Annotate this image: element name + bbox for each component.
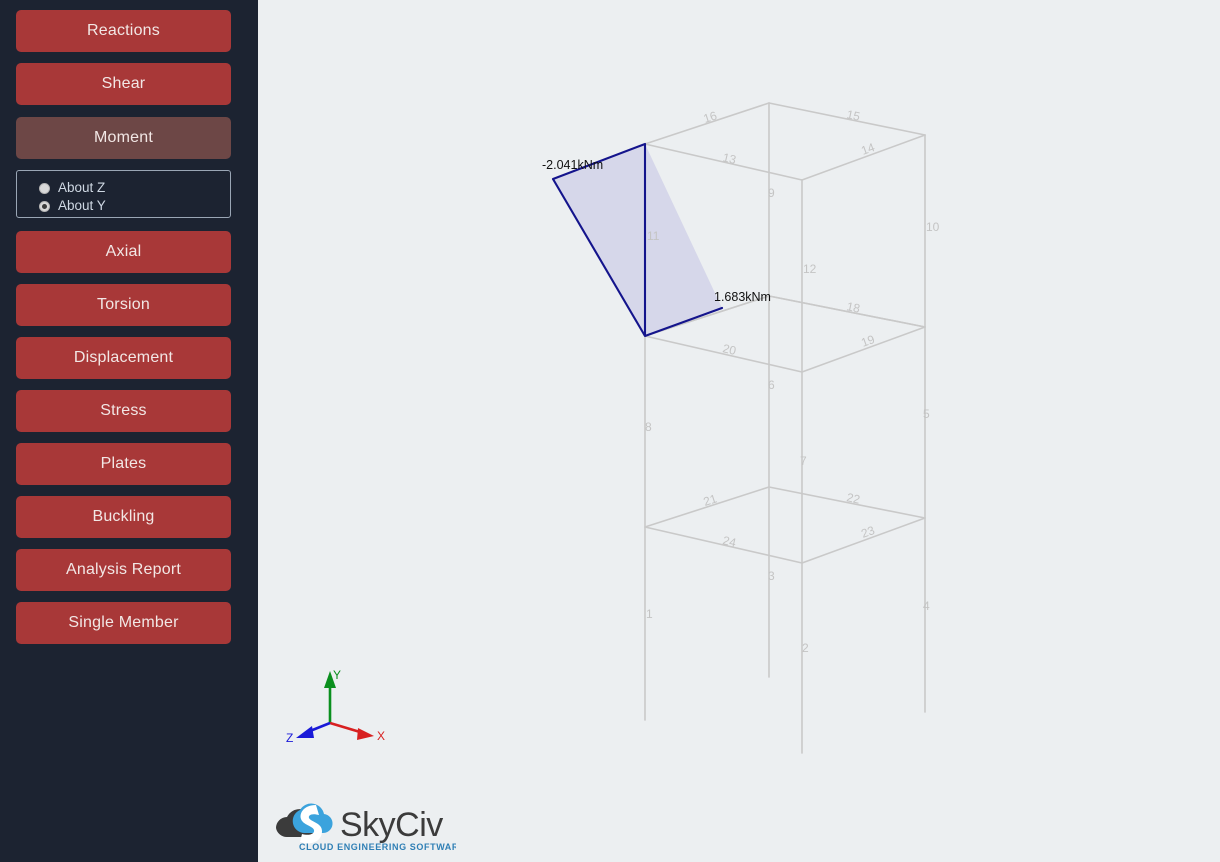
sidebar-button-analysis-report[interactable]: Analysis Report (16, 549, 231, 591)
axis-x-arrow (357, 728, 374, 740)
axis-triad: Y X Z (286, 668, 385, 745)
member-label-10: 10 (926, 220, 940, 234)
sidebar-button-axial[interactable]: Axial (16, 231, 231, 273)
radio-about-y-indicator[interactable] (39, 200, 50, 212)
member-label-11: 11 (647, 229, 660, 243)
sidebar-button-reactions[interactable]: Reactions (16, 10, 231, 52)
member-label-19: 19 (859, 332, 877, 350)
member-label-14: 14 (859, 140, 877, 158)
moment-axis-radio-group: About Z About Y (16, 170, 231, 218)
member-label-6: 6 (768, 378, 775, 392)
skyciv-logo-svg: SkyCiv CLOUD ENGINEERING SOFTWARE (276, 803, 456, 852)
radio-about-y[interactable]: About Y (39, 196, 106, 216)
sidebar-button-shear[interactable]: Shear (16, 63, 231, 105)
model-viewport[interactable]: 1 2 3 4 5 6 7 8 9 10 11 12 13 14 15 16 1… (258, 0, 1220, 862)
sidebar-button-moment[interactable]: Moment (16, 117, 231, 159)
member-label-23: 23 (859, 523, 877, 541)
member-label-12: 12 (803, 262, 817, 276)
member-label-9: 9 (768, 186, 775, 200)
member-label-21: 21 (702, 491, 719, 509)
moment-label-positive: 1.683kNm (714, 290, 771, 304)
member-label-7: 7 (800, 454, 807, 468)
structure-3d-render[interactable]: 1 2 3 4 5 6 7 8 9 10 11 12 13 14 15 16 1… (258, 0, 1220, 862)
member-id-labels: 1 2 3 4 5 6 7 8 9 10 11 12 13 14 15 16 1… (645, 107, 940, 655)
member-label-20: 20 (721, 341, 737, 358)
member-label-16: 16 (702, 108, 719, 126)
sidebar-button-single-member[interactable]: Single Member (16, 602, 231, 644)
moment-diagram-fill (553, 144, 722, 336)
radio-about-z-indicator[interactable] (39, 182, 50, 194)
axis-x-line (329, 721, 361, 734)
member-label-2: 2 (802, 641, 809, 655)
cloud-icon (276, 803, 333, 844)
member-label-5: 5 (923, 407, 930, 421)
member-label-3: 3 (768, 569, 775, 583)
axis-y-label: Y (333, 668, 341, 682)
radio-about-z[interactable]: About Z (39, 178, 105, 198)
sidebar-button-buckling[interactable]: Buckling (16, 496, 231, 538)
member-label-8: 8 (645, 420, 652, 434)
sidebar-button-displacement[interactable]: Displacement (16, 337, 231, 379)
member-label-1: 1 (646, 607, 653, 621)
moment-label-negative: -2.041kNm (542, 158, 603, 172)
skyciv-logo: SkyCiv CLOUD ENGINEERING SOFTWARE (266, 792, 456, 854)
sidebar: Reactions Shear Moment About Z About Y A… (0, 0, 258, 862)
sidebar-button-stress[interactable]: Stress (16, 390, 231, 432)
logo-brand-text: SkyCiv (340, 806, 443, 844)
radio-about-y-label: About Y (58, 198, 106, 214)
frame-members (644, 102, 926, 754)
moment-diagram (551, 142, 724, 338)
axis-z-line (309, 721, 331, 733)
member-label-4: 4 (923, 599, 930, 613)
radio-about-z-label: About Z (58, 180, 106, 196)
axis-z-arrow (296, 726, 314, 738)
axis-z-label: Z (286, 731, 293, 745)
sidebar-button-plates[interactable]: Plates (16, 443, 231, 485)
sidebar-button-torsion[interactable]: Torsion (16, 284, 231, 326)
axis-x-label: X (377, 729, 385, 743)
logo-tagline-text: CLOUD ENGINEERING SOFTWARE (299, 842, 456, 852)
